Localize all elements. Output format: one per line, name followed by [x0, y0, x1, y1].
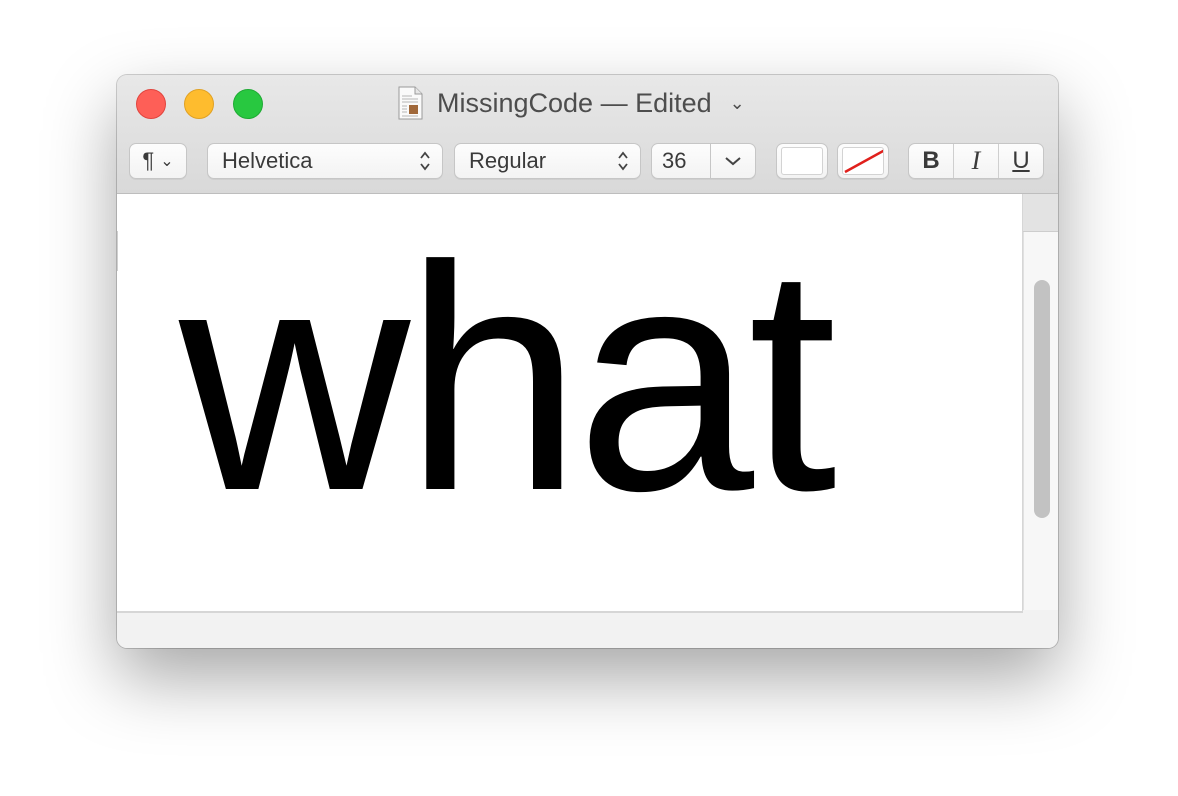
text-color-well[interactable]	[776, 143, 828, 179]
titlebar[interactable]: MissingCode — Edited ⌄ ¶ ⌄ Helvetica Reg…	[117, 75, 1058, 194]
font-style-value: Regular	[469, 148, 547, 173]
window-title[interactable]: MissingCode — Edited ⌄	[397, 85, 745, 121]
text-view[interactable]: what	[117, 194, 1023, 613]
ruler-corner	[1023, 194, 1058, 232]
underline-button[interactable]: U	[998, 144, 1043, 178]
scrollbar-thumb[interactable]	[1034, 280, 1050, 518]
font-family-popup[interactable]: Helvetica	[207, 143, 443, 179]
updown-chevron-icon	[616, 150, 630, 172]
zoom-button[interactable]	[233, 89, 263, 119]
paragraph-styles-button[interactable]: ¶ ⌄	[129, 143, 187, 179]
close-button[interactable]	[136, 89, 166, 119]
paragraph-icon: ¶	[142, 148, 155, 173]
minimize-button[interactable]	[184, 89, 214, 119]
font-size-combo[interactable]: 36	[651, 143, 756, 179]
text-color-swatch	[781, 147, 823, 175]
updown-chevron-icon	[418, 150, 432, 172]
window-title-text: MissingCode — Edited	[437, 87, 712, 118]
text-style-group: B I U	[908, 143, 1044, 179]
document-text[interactable]: what	[179, 218, 837, 538]
italic-button[interactable]: I	[953, 144, 998, 178]
textedit-window: MissingCode — Edited ⌄ ¶ ⌄ Helvetica Reg…	[117, 75, 1058, 648]
document-icon	[397, 86, 423, 120]
chevron-down-icon[interactable]	[711, 151, 755, 172]
chevron-down-icon: ⌄	[160, 153, 174, 170]
font-style-popup[interactable]: Regular	[454, 143, 641, 179]
vertical-scrollbar[interactable]	[1023, 232, 1058, 610]
no-color-swatch	[842, 147, 884, 175]
title-chevron-icon[interactable]: ⌄	[730, 93, 745, 114]
format-toolbar: ¶ ⌄ Helvetica Regular 36 B I U	[129, 143, 1046, 181]
background-color-well[interactable]	[837, 143, 889, 179]
bold-button[interactable]: B	[909, 144, 953, 178]
font-size-field[interactable]: 36	[652, 148, 710, 174]
font-family-value: Helvetica	[222, 148, 313, 173]
document-area: what	[117, 194, 1058, 648]
margin-line	[117, 231, 118, 271]
